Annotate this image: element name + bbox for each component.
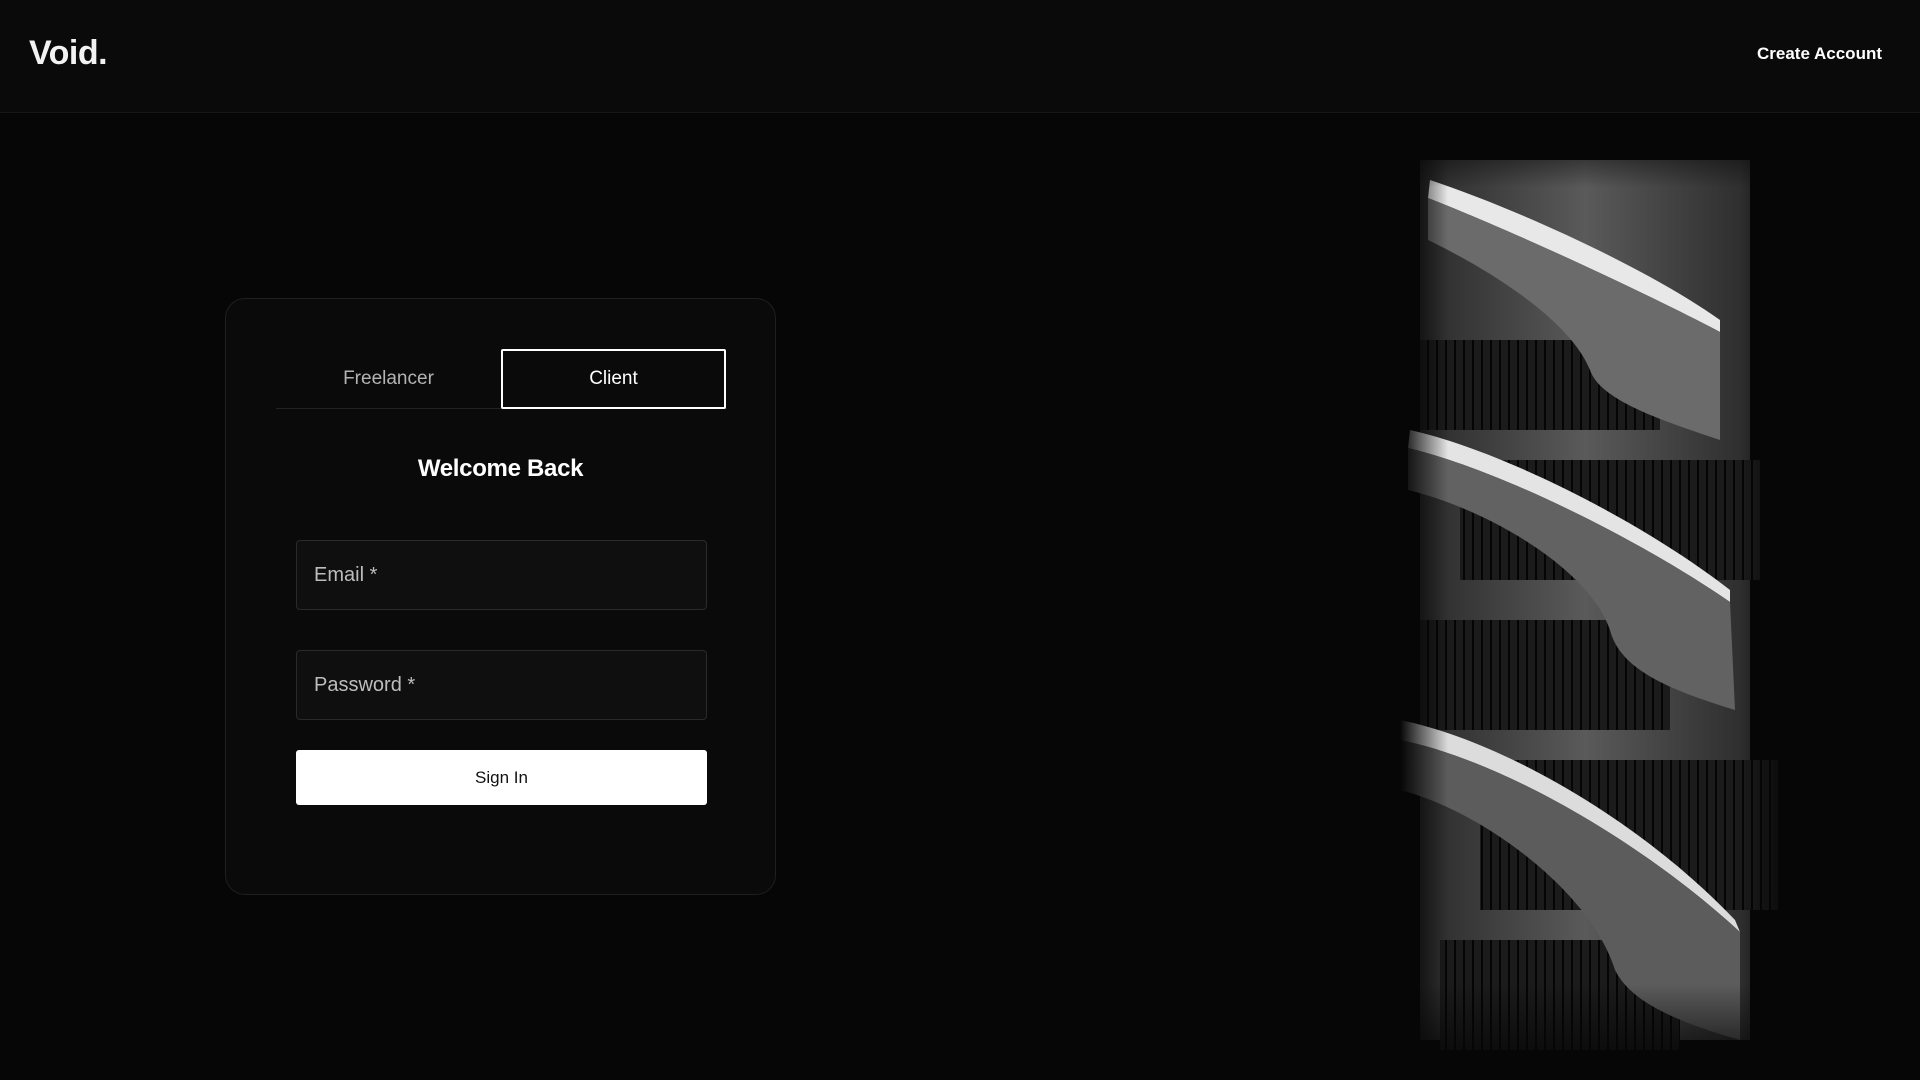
page-title: Welcome Back xyxy=(417,455,584,482)
staircase-hero-image xyxy=(1400,120,1800,1080)
email-field[interactable] xyxy=(296,540,707,610)
staircase-illustration xyxy=(1400,120,1800,1080)
sign-in-button[interactable]: Sign In xyxy=(296,750,707,805)
logo[interactable]: Void. xyxy=(29,34,108,73)
login-card: Freelancer Client Welcome Back Sign In xyxy=(225,298,776,895)
tab-freelancer[interactable]: Freelancer xyxy=(276,349,501,409)
account-type-tabs: Freelancer Client xyxy=(276,349,727,409)
top-header: Void. Create Account xyxy=(0,0,1920,113)
create-account-link[interactable]: Create Account xyxy=(1757,44,1882,64)
tab-client[interactable]: Client xyxy=(501,349,726,409)
password-field[interactable] xyxy=(296,650,707,720)
